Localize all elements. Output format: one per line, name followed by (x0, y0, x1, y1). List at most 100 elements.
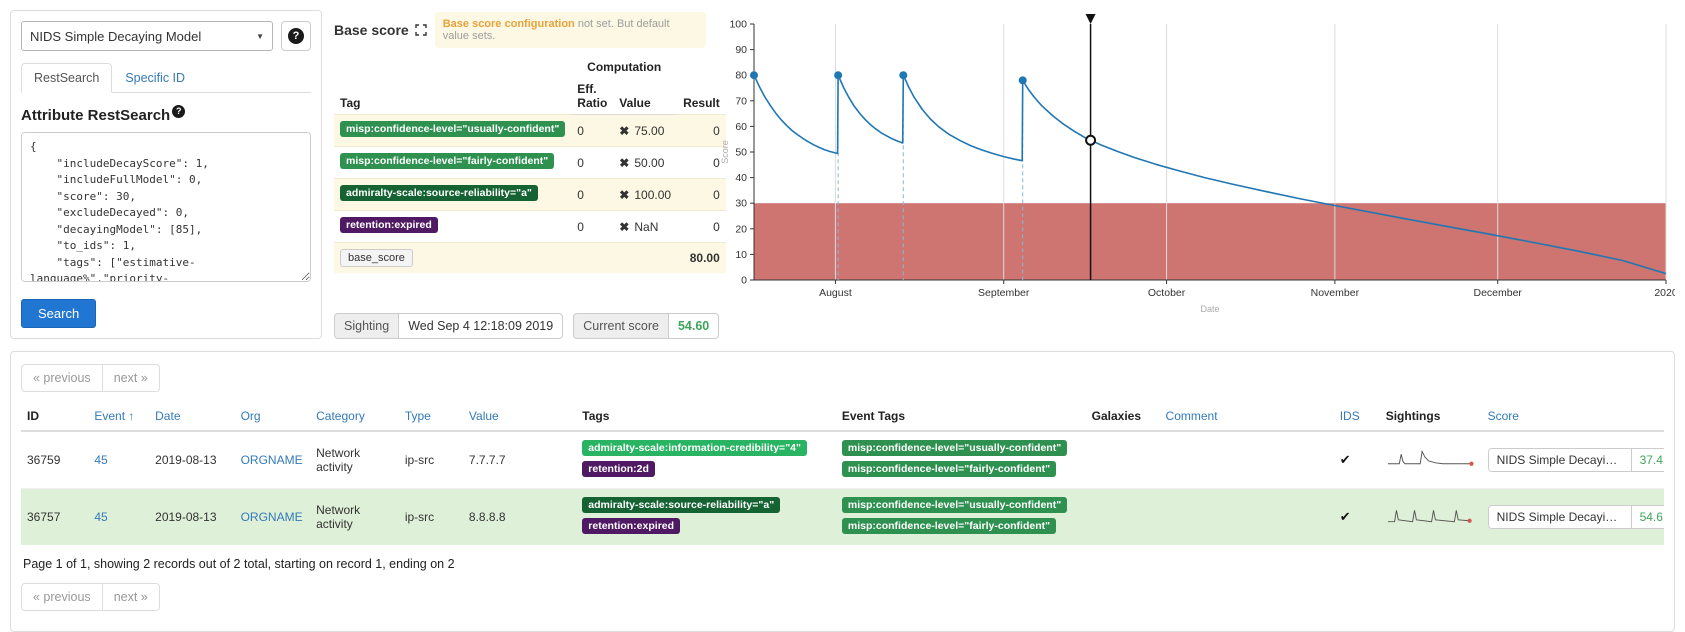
current-score-group: Current score 54.60 (573, 313, 719, 339)
column-header-score[interactable]: Score (1482, 402, 1664, 431)
tag-badge[interactable]: misp:confidence-level="usually-confident… (340, 121, 565, 137)
current-score-value: 54.60 (669, 313, 719, 339)
tag-badge[interactable]: misp:confidence-level="fairly-confident" (340, 153, 554, 169)
cell-score: NIDS Simple Decaying Model37.41 (1482, 431, 1664, 489)
sighting-point[interactable] (1019, 76, 1027, 84)
restsearch-heading: Attribute RestSearch? (21, 105, 311, 124)
warning-strong-text: Base score configuration (443, 18, 575, 30)
org-link[interactable]: ORGNAME (241, 510, 303, 524)
cursor-handle-icon[interactable] (1086, 14, 1096, 24)
column-header-tag: Tag (334, 56, 571, 115)
column-header-computation: Computation (571, 56, 677, 78)
y-tick-label: 10 (735, 249, 747, 261)
tag-line: admiralty-scale:information-credibility=… (582, 440, 830, 459)
base-score-panel: Base score Base score configuration not … (334, 10, 706, 339)
cell-eff-ratio: 0 (571, 211, 613, 243)
y-axis-title: Score (720, 140, 730, 164)
x-tick-label: November (1311, 287, 1360, 299)
org-link[interactable]: ORGNAME (241, 453, 303, 467)
pagination-bottom: « previous next » (21, 583, 160, 611)
sparkline-line (1388, 451, 1472, 463)
base-score-row: misp:confidence-level="usually-confident… (334, 115, 726, 147)
cell-value (613, 243, 677, 274)
results-summary: Page 1 of 1, showing 2 records out of 2 … (21, 545, 1664, 579)
sighting-group: Sighting Wed Sep 4 12:18:09 2019 (334, 313, 563, 339)
event-tag-badge[interactable]: misp:confidence-level="fairly-confident" (842, 461, 1056, 477)
base-score-badge: base_score (340, 249, 413, 267)
results-table: IDEvent ↑DateOrgCategoryTypeValueTagsEve… (21, 402, 1664, 545)
tab-specific-id[interactable]: Specific ID (112, 63, 198, 93)
next-page-button[interactable]: next » (103, 364, 160, 392)
event-tag-badge[interactable]: misp:confidence-level="usually-confident… (842, 440, 1067, 456)
y-tick-label: 20 (735, 223, 747, 235)
tag-badge[interactable]: retention:expired (340, 217, 438, 233)
tag-badge[interactable]: admiralty-scale:source-reliability="a" (340, 185, 538, 201)
column-header-value: Value (613, 78, 677, 115)
column-header-tags: Tags (576, 402, 836, 431)
cell-org: ORGNAME (235, 431, 311, 489)
tag-line: retention:expired (582, 518, 830, 537)
cell-galaxies (1086, 489, 1160, 546)
cell-value: ✖NaN (613, 211, 677, 243)
previous-page-button[interactable]: « previous (21, 364, 103, 392)
y-tick-label: 70 (735, 95, 747, 107)
cell-type: ip-src (399, 431, 463, 489)
cell-category: Network activity (310, 431, 399, 489)
column-header-type[interactable]: Type (399, 402, 463, 431)
sighting-point[interactable] (750, 71, 758, 79)
base-score-row: retention:expired0✖NaN0 (334, 211, 726, 243)
column-header-date[interactable]: Date (149, 402, 234, 431)
multiply-icon: ✖ (619, 124, 629, 138)
result-row: 36757452019-08-13ORGNAMENetwork activity… (21, 489, 1664, 546)
x-tick-label: October (1148, 287, 1186, 299)
search-button[interactable]: Search (21, 299, 96, 328)
column-header-ids[interactable]: IDS (1334, 402, 1380, 431)
help-button[interactable]: ? (281, 21, 311, 51)
event-tag-line: misp:confidence-level="fairly-confident" (842, 461, 1080, 480)
next-page-button[interactable]: next » (103, 583, 160, 611)
event-tag-badge[interactable]: misp:confidence-level="usually-confident… (842, 497, 1067, 513)
column-header-category[interactable]: Category (310, 402, 399, 431)
tag-badge[interactable]: admiralty-scale:source-reliability="a" (582, 497, 780, 513)
score-box: NIDS Simple Decaying Model37.41 (1488, 448, 1664, 472)
column-header-id: ID (21, 402, 88, 431)
column-header-value[interactable]: Value (463, 402, 576, 431)
model-select[interactable]: NIDS Simple Decaying Model ▼ (21, 21, 273, 51)
cell-ids: ✔ (1334, 489, 1380, 546)
cell-value: ✖75.00 (613, 115, 677, 147)
cell-type: ip-src (399, 489, 463, 546)
base-score-footer: Sighting Wed Sep 4 12:18:09 2019 Current… (334, 301, 706, 339)
question-icon[interactable]: ? (172, 105, 185, 118)
event-link[interactable]: 45 (94, 510, 107, 524)
cell-value: 7.7.7.7 (463, 431, 576, 489)
tag-badge[interactable]: retention:expired (582, 518, 680, 534)
x-axis-title: Date (1200, 304, 1219, 314)
tag-line: admiralty-scale:source-reliability="a" (582, 497, 830, 516)
cell-comment (1160, 489, 1334, 546)
tag-badge[interactable]: admiralty-scale:information-credibility=… (582, 440, 807, 456)
cell-sightings (1380, 431, 1482, 489)
cell-comment (1160, 431, 1334, 489)
column-header-event[interactable]: Event ↑ (88, 402, 149, 431)
column-header-org[interactable]: Org (235, 402, 311, 431)
sighting-value: Wed Sep 4 12:18:09 2019 (399, 313, 563, 339)
sighting-point[interactable] (834, 71, 842, 79)
cell-value: ✖100.00 (613, 179, 677, 211)
column-header-comment[interactable]: Comment (1160, 402, 1334, 431)
cell-id: 36759 (21, 431, 88, 489)
sighting-point[interactable] (899, 71, 907, 79)
event-tag-badge[interactable]: misp:confidence-level="fairly-confident" (842, 518, 1056, 534)
cursor-marker[interactable] (1086, 136, 1095, 145)
column-header-sightings: Sightings (1380, 402, 1482, 431)
base-score-title: Base score (334, 22, 409, 38)
sparkline-endpoint-dot (1467, 518, 1471, 522)
model-select-value: NIDS Simple Decaying Model (30, 29, 201, 44)
expand-icon[interactable] (415, 24, 427, 36)
y-tick-label: 90 (735, 44, 747, 56)
previous-page-button[interactable]: « previous (21, 583, 103, 611)
tag-badge[interactable]: retention:2d (582, 461, 655, 477)
event-link[interactable]: 45 (94, 453, 107, 467)
tab-restsearch[interactable]: RestSearch (21, 63, 112, 93)
score-value: 54.6 (1631, 506, 1664, 528)
restsearch-query-input[interactable]: { "includeDecayScore": 1, "includeFullMo… (21, 132, 311, 282)
